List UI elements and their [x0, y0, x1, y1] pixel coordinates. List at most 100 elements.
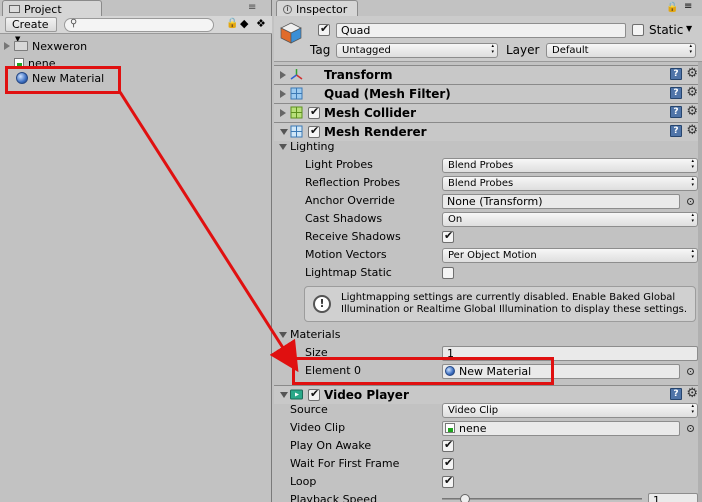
tag-label: Tag — [310, 43, 331, 57]
motion-vectors-label: Motion Vectors — [305, 248, 387, 261]
create-button-label: Create — [12, 18, 49, 31]
foldout-arrow-icon[interactable] — [280, 90, 286, 98]
video-player-component-header[interactable]: Video Player ? ⚙ — [274, 385, 702, 404]
expand-arrow-icon[interactable] — [4, 42, 10, 50]
help-icon[interactable]: ? — [670, 388, 682, 400]
active-checkbox[interactable] — [318, 22, 330, 36]
video-clip-value: nene — [459, 422, 487, 435]
mesh-renderer-icon — [290, 125, 303, 138]
layer-dropdown[interactable]: Default — [546, 43, 696, 58]
play-on-awake-label: Play On Awake — [290, 439, 372, 452]
mesh-filter-component-header[interactable]: Quad (Mesh Filter) ? ⚙ — [274, 84, 702, 103]
source-dropdown[interactable]: Video Clip — [442, 403, 698, 418]
loop-checkbox[interactable] — [442, 474, 454, 488]
layer-label: Layer — [506, 43, 540, 57]
playback-speed-field[interactable]: 1 — [648, 493, 698, 502]
receive-shadows-checkbox[interactable] — [442, 229, 454, 243]
mesh-collider-title: Mesh Collider — [324, 106, 416, 120]
mesh-collider-icon — [290, 106, 303, 119]
help-icon[interactable]: ? — [670, 87, 682, 99]
foldout-arrow-icon[interactable] — [280, 129, 288, 135]
receive-shadows-label: Receive Shadows — [305, 230, 401, 243]
project-tab-label: Project — [24, 2, 62, 16]
materials-section-label: Materials — [290, 328, 341, 341]
gear-icon[interactable]: ⚙ — [686, 67, 698, 80]
lightmapping-info-box: ! Lightmapping settings are currently di… — [304, 286, 696, 322]
filter-by-type-icon[interactable]: ◆ — [240, 17, 248, 30]
filter-by-label-icon[interactable]: ❖ — [256, 17, 266, 30]
foldout-arrow-icon[interactable] — [280, 109, 286, 117]
playback-speed-label: Playback Speed — [290, 493, 378, 502]
light-probes-dropdown[interactable]: Blend Probes — [442, 158, 698, 173]
help-icon[interactable]: ? — [670, 106, 682, 118]
inspector-scrollbar[interactable] — [698, 62, 702, 502]
lightmap-static-checkbox[interactable] — [442, 267, 454, 279]
reflection-probes-dropdown[interactable]: Blend Probes — [442, 176, 698, 191]
mesh-filter-icon — [290, 87, 303, 100]
mesh-renderer-title: Mesh Renderer — [324, 125, 427, 139]
info-icon: i — [283, 4, 292, 14]
transform-title: Transform — [324, 68, 393, 82]
inspector-tab-label: Inspector — [296, 2, 348, 16]
folder-icon — [9, 5, 20, 13]
inspector-tab[interactable]: i Inspector — [276, 0, 358, 16]
mesh-renderer-component-header[interactable]: Mesh Renderer ? ⚙ — [274, 122, 702, 141]
panel-menu-icon[interactable]: ≡ — [684, 1, 692, 12]
playback-speed-slider-thumb[interactable] — [460, 494, 470, 502]
foldout-arrow-icon[interactable] — [280, 392, 288, 398]
gameobject-header: Quad Static ▼ Tag Untagged Layer Default — [274, 16, 702, 62]
lock-icon[interactable]: 🔒 — [226, 18, 238, 29]
object-picker-icon[interactable] — [687, 198, 694, 205]
gear-icon[interactable]: ⚙ — [686, 124, 698, 137]
static-checkbox[interactable] — [632, 24, 644, 36]
search-input[interactable]: ⚲ — [64, 18, 214, 32]
mesh-renderer-enabled-checkbox[interactable] — [308, 124, 320, 138]
help-icon[interactable]: ? — [670, 125, 682, 137]
annotation-box-source — [5, 66, 121, 94]
transform-icon — [290, 69, 303, 80]
create-button[interactable]: Create ▼ — [5, 17, 57, 43]
wait-first-frame-label: Wait For First Frame — [290, 457, 400, 470]
video-player-enabled-checkbox[interactable] — [308, 387, 320, 401]
gear-icon[interactable]: ⚙ — [686, 105, 698, 118]
lock-icon[interactable]: 🔒 — [666, 2, 678, 13]
mesh-collider-enabled-checkbox[interactable] — [308, 105, 320, 119]
video-clip-field[interactable]: nene — [442, 421, 680, 436]
loop-label: Loop — [290, 475, 317, 488]
mesh-collider-component-header[interactable]: Mesh Collider ? ⚙ — [274, 103, 702, 122]
cast-shadows-label: Cast Shadows — [305, 212, 383, 225]
help-icon[interactable]: ? — [670, 68, 682, 80]
gear-icon[interactable]: ⚙ — [686, 387, 698, 400]
tag-dropdown[interactable]: Untagged — [336, 43, 498, 58]
object-name-field[interactable]: Quad — [336, 23, 626, 38]
video-clip-label: Video Clip — [290, 421, 346, 434]
video-clip-icon — [445, 423, 455, 433]
materials-foldout-icon[interactable] — [279, 332, 287, 338]
wait-first-frame-checkbox[interactable] — [442, 456, 454, 470]
motion-vectors-dropdown[interactable]: Per Object Motion — [442, 248, 698, 263]
play-on-awake-checkbox[interactable] — [442, 438, 454, 452]
static-dropdown-icon[interactable]: ▼ — [686, 24, 692, 33]
foldout-arrow-icon[interactable] — [280, 71, 286, 79]
project-toolbar: Create ▼ ⚲ 🔒 ◆ ❖ — [0, 16, 272, 43]
object-picker-icon[interactable] — [687, 368, 694, 375]
transform-component-header[interactable]: Transform ? ⚙ — [274, 65, 702, 84]
source-label: Source — [290, 403, 328, 416]
inspector-panel: i Inspector 🔒 ≡ Quad Static ▼ Tag Untagg… — [274, 0, 702, 502]
mesh-filter-title: Quad (Mesh Filter) — [324, 87, 451, 101]
video-player-title: Video Player — [324, 388, 409, 402]
gear-icon[interactable]: ⚙ — [686, 86, 698, 99]
object-picker-icon[interactable] — [687, 425, 694, 432]
tree-item-nexweron[interactable]: Nexweron — [4, 38, 87, 54]
lightmap-static-label: Lightmap Static — [305, 266, 392, 279]
annotation-box-target — [292, 357, 554, 385]
panel-menu-icon[interactable]: ≡ — [248, 2, 256, 13]
cast-shadows-dropdown[interactable]: On — [442, 212, 698, 227]
project-tab[interactable]: Project — [2, 0, 102, 16]
folder-icon — [14, 41, 28, 51]
playback-speed-slider[interactable] — [442, 498, 642, 500]
lighting-foldout-icon[interactable] — [279, 144, 287, 150]
anchor-override-field[interactable]: None (Transform) — [442, 194, 680, 209]
video-player-icon — [290, 389, 303, 400]
lightmapping-info-text: Lightmapping settings are currently disa… — [341, 292, 688, 315]
